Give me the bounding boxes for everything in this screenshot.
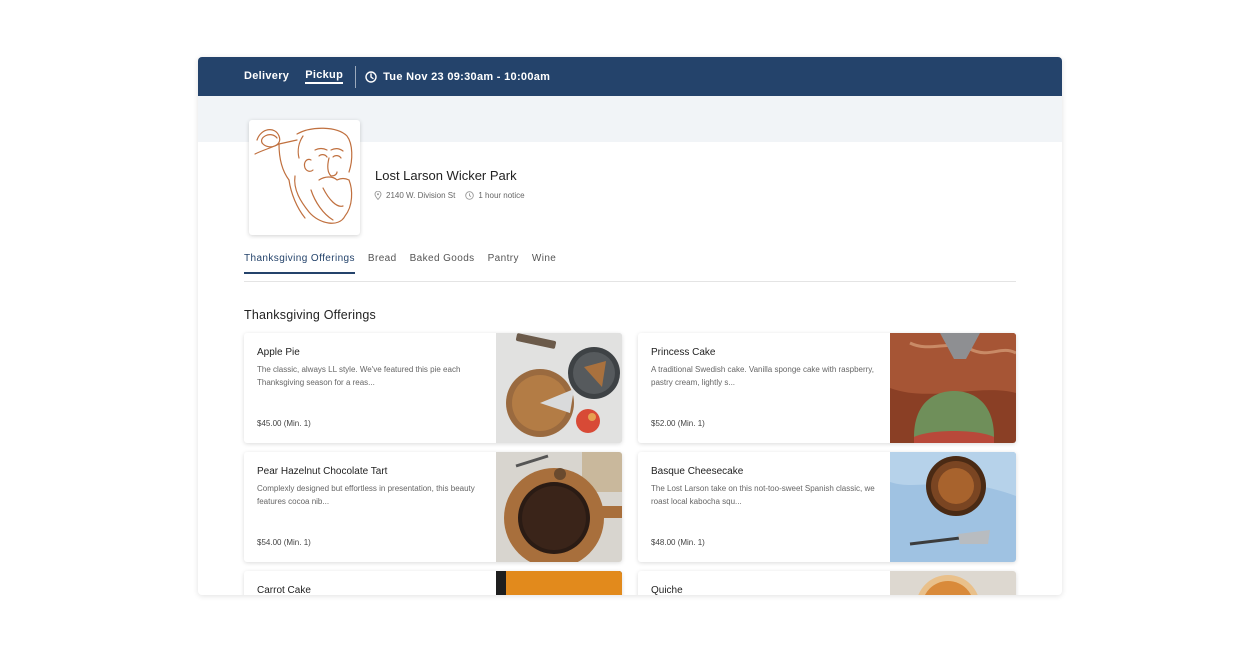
- store-name: Lost Larson Wicker Park: [375, 168, 517, 183]
- top-nav-bar: Delivery Pickup Tue Nov 23 09:30am - 10:…: [198, 57, 1062, 96]
- product-description: The Lost Larson take on this not-too-swe…: [651, 484, 875, 506]
- store-meta: 2140 W. Division St 1 hour notice: [374, 191, 531, 200]
- product-name: Quiche: [651, 585, 683, 595]
- product-price: $48.00 (Min. 1): [651, 538, 705, 547]
- store-logo: [249, 120, 360, 235]
- product-price: $52.00 (Min. 1): [651, 419, 705, 428]
- product-card-pear-hazelnut-chocolate-tart[interactable]: Pear Hazelnut Chocolate Tart Complexly d…: [244, 452, 622, 562]
- product-description: Complexly designed but effortless in pre…: [257, 484, 475, 506]
- mode-pickup[interactable]: Pickup: [305, 69, 344, 84]
- product-card-basque-cheesecake[interactable]: Basque Cheesecake The Lost Larson take o…: [638, 452, 1016, 562]
- product-card-quiche[interactable]: Quiche: [638, 571, 1016, 595]
- product-price: $54.00 (Min. 1): [257, 538, 311, 547]
- store-address: 2140 W. Division St: [374, 191, 455, 200]
- apple-pie-photo: [496, 333, 622, 443]
- product-description: The classic, always LL style. We've feat…: [257, 365, 461, 387]
- store-notice: 1 hour notice: [465, 191, 525, 200]
- section-title: Thanksgiving Offerings: [244, 308, 377, 322]
- quiche-photo: [890, 571, 1016, 595]
- clock-icon: [465, 191, 475, 200]
- pickup-time-label: Tue Nov 23 09:30am - 10:00am: [383, 70, 551, 83]
- product-name: Princess Cake: [651, 347, 716, 358]
- chocolate-tart-photo: [496, 452, 622, 562]
- product-price: $45.00 (Min. 1): [257, 419, 311, 428]
- app-window: Delivery Pickup Tue Nov 23 09:30am - 10:…: [198, 57, 1062, 595]
- tab-wine[interactable]: Wine: [532, 252, 556, 272]
- product-description: A traditional Swedish cake. Vanilla spon…: [651, 365, 874, 387]
- product-name: Basque Cheesecake: [651, 466, 744, 477]
- carrot-cake-photo: [496, 571, 622, 595]
- tab-baked-goods[interactable]: Baked Goods: [410, 252, 475, 272]
- product-card-carrot-cake[interactable]: Carrot Cake: [244, 571, 622, 595]
- bearded-man-logo-icon: [254, 127, 353, 224]
- store-address-text: 2140 W. Division St: [386, 191, 456, 200]
- mode-delivery[interactable]: Delivery: [244, 70, 289, 84]
- location-pin-icon: [374, 191, 382, 200]
- category-tabs: Thanksgiving Offerings Bread Baked Goods…: [244, 252, 1016, 282]
- product-card-princess-cake[interactable]: Princess Cake A traditional Swedish cake…: [638, 333, 1016, 443]
- store-notice-text: 1 hour notice: [478, 191, 525, 200]
- tab-pantry[interactable]: Pantry: [488, 252, 519, 272]
- product-name: Carrot Cake: [257, 585, 311, 595]
- pickup-time-selector[interactable]: Tue Nov 23 09:30am - 10:00am: [365, 71, 550, 83]
- product-name: Apple Pie: [257, 347, 300, 358]
- product-card-apple-pie[interactable]: Apple Pie The classic, always LL style. …: [244, 333, 622, 443]
- princess-cake-photo: [890, 333, 1016, 443]
- product-name: Pear Hazelnut Chocolate Tart: [257, 466, 388, 477]
- clock-icon: [365, 70, 377, 83]
- tab-bread[interactable]: Bread: [368, 252, 397, 272]
- basque-cheesecake-photo: [890, 452, 1016, 562]
- nav-divider: [355, 65, 357, 88]
- tab-thanksgiving-offerings[interactable]: Thanksgiving Offerings: [244, 252, 355, 274]
